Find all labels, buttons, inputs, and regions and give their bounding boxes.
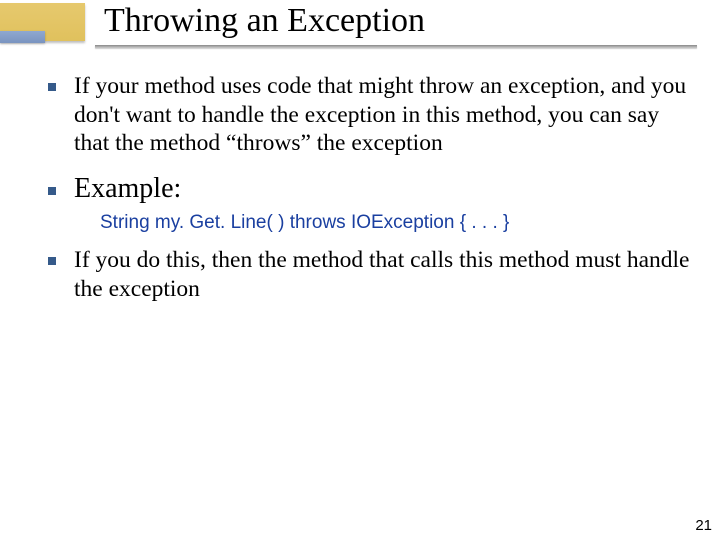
code-example: String my. Get. Line( ) throws IOExcepti… xyxy=(100,212,690,234)
title-underline xyxy=(95,45,697,48)
slide: Throwing an Exception If your method use… xyxy=(0,0,720,540)
bullet-text: If you do this, then the method that cal… xyxy=(74,246,690,303)
list-item: Example: xyxy=(48,172,690,206)
bullet-text: If your method uses code that might thro… xyxy=(74,72,690,158)
title-bar: Throwing an Exception xyxy=(0,0,720,56)
square-bullet-icon xyxy=(48,187,56,195)
square-bullet-icon xyxy=(48,257,56,265)
list-item: If your method uses code that might thro… xyxy=(48,72,690,158)
list-item: If you do this, then the method that cal… xyxy=(48,246,690,303)
slide-content: If your method uses code that might thro… xyxy=(48,72,690,317)
page-number: 21 xyxy=(695,517,712,534)
blue-accent-bar xyxy=(0,31,45,43)
square-bullet-icon xyxy=(48,83,56,91)
slide-title: Throwing an Exception xyxy=(104,2,425,40)
bullet-text: Example: xyxy=(74,172,181,206)
